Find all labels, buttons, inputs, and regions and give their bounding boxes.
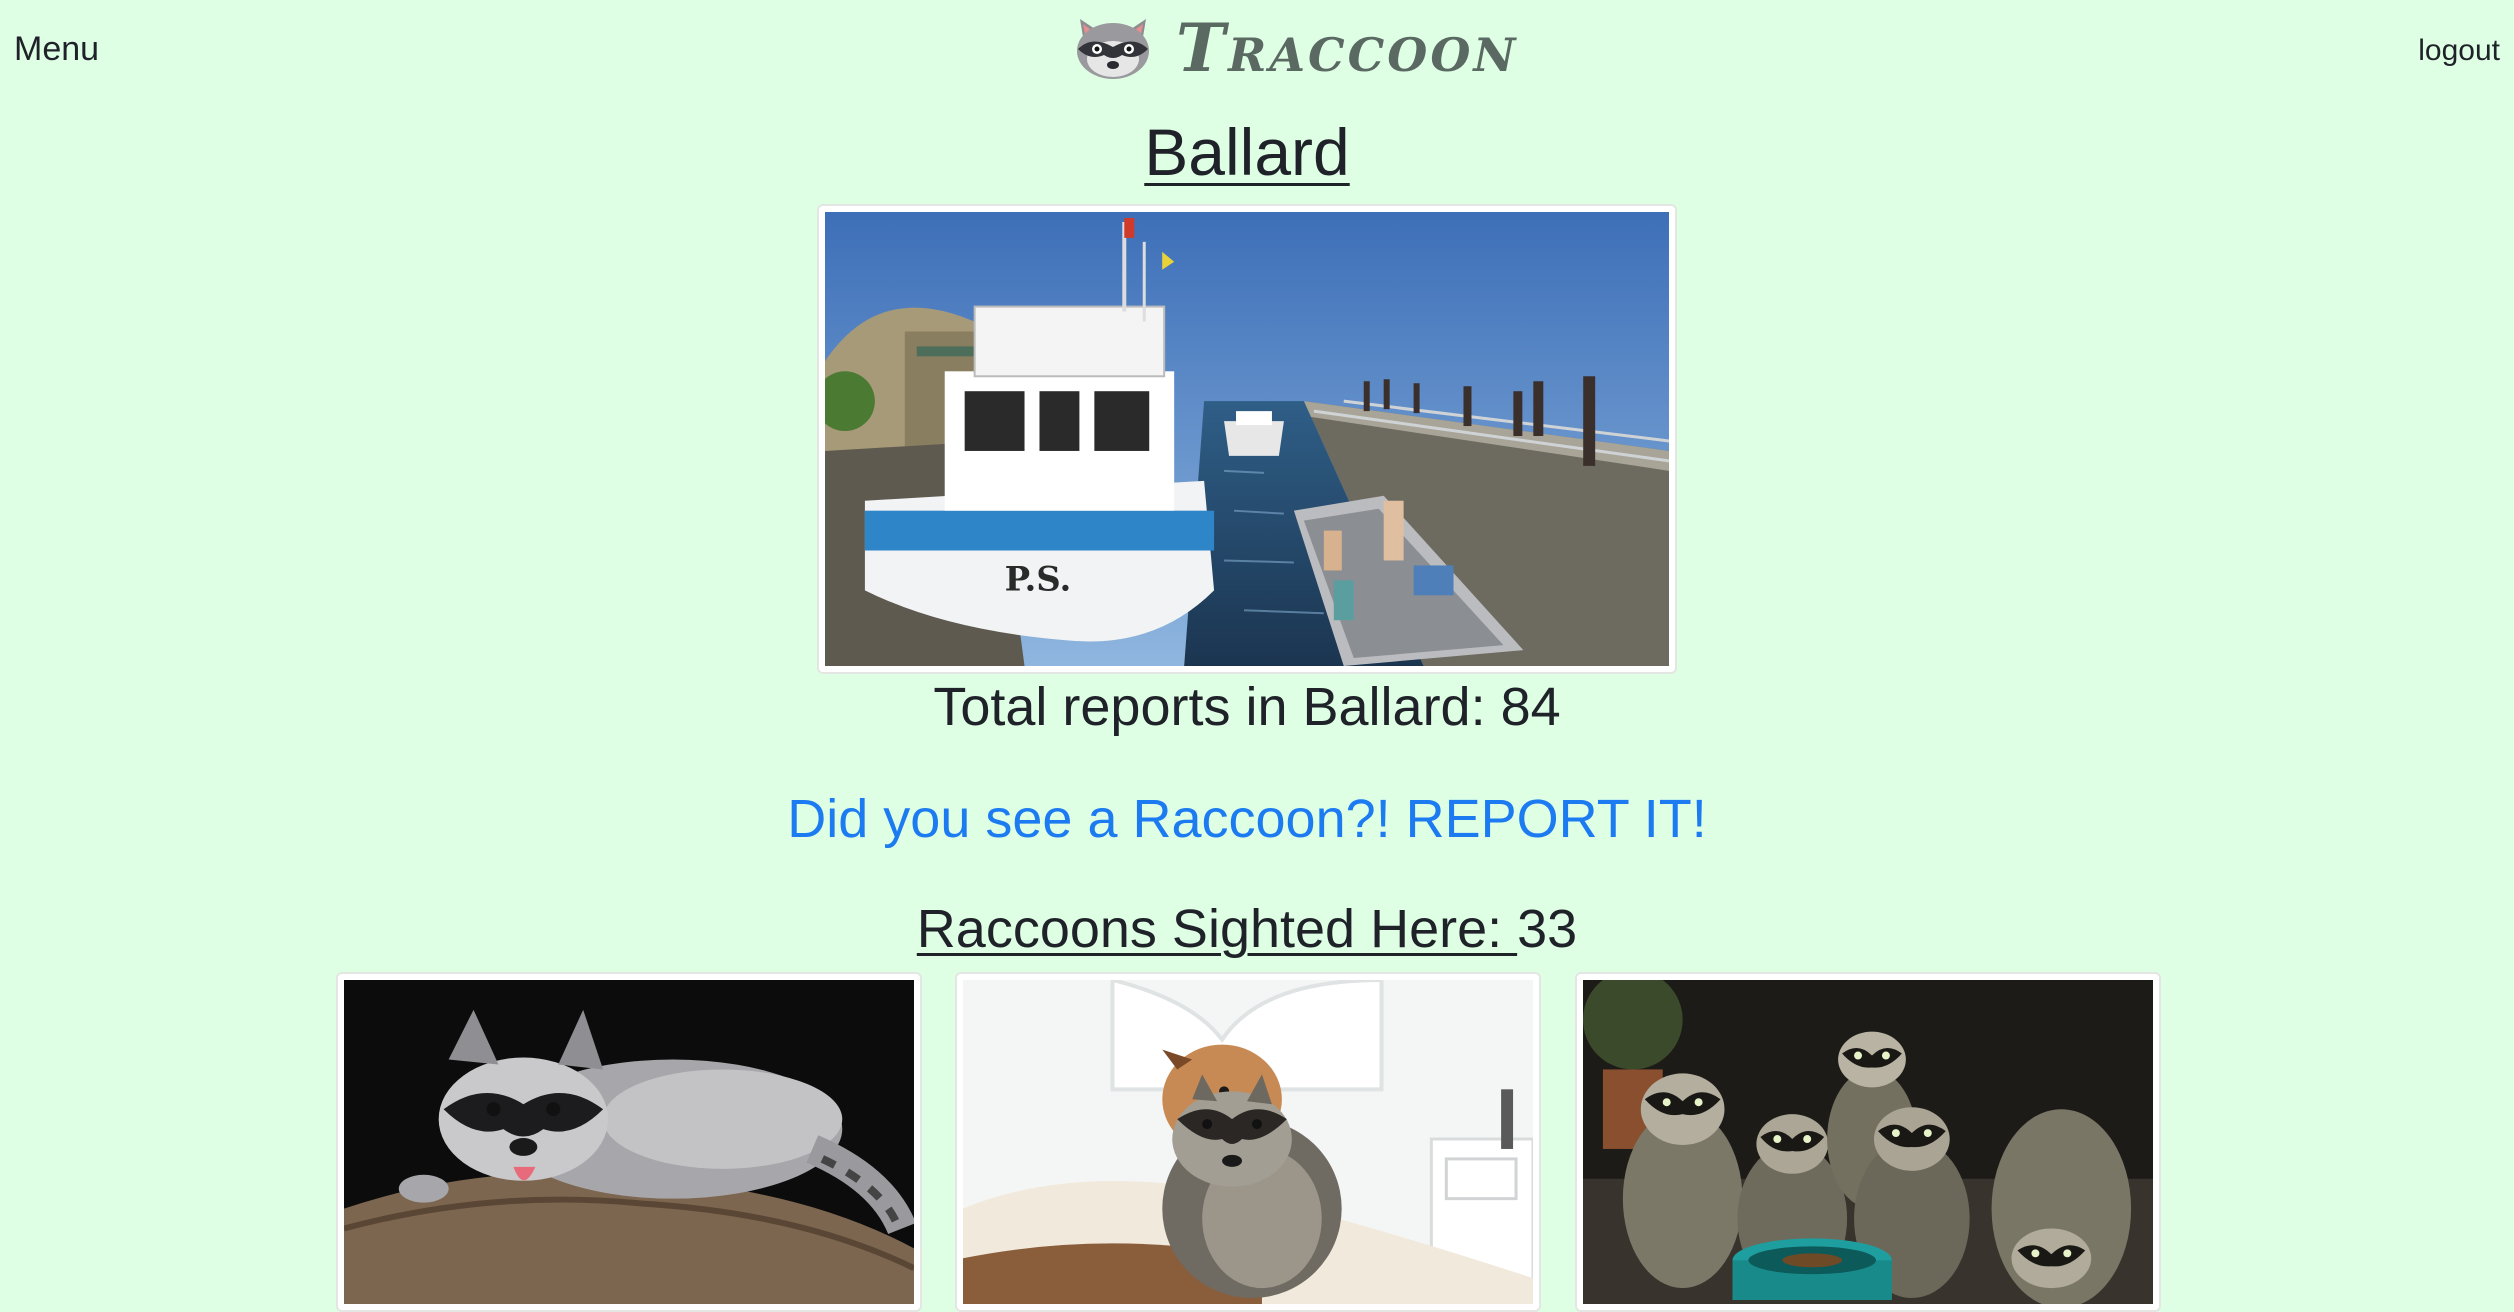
sighting-photo-card[interactable] <box>1575 972 2161 1312</box>
sightings-label: Raccoons Sighted Here: <box>916 899 1518 959</box>
location-hero-image: P.S. <box>817 204 1677 674</box>
total-reports-text: Total reports in Ballard: 84 <box>933 677 1561 737</box>
brand-name: Traccoon <box>1176 9 1519 87</box>
report-raccoon-link[interactable]: Did you see a Raccoon?! REPORT IT! <box>0 784 2494 854</box>
brand-logo-link[interactable]: Traccoon <box>1070 8 1518 88</box>
menu-button[interactable]: Menu <box>14 30 99 69</box>
sightings-count: 33 <box>1517 899 1578 959</box>
sighting-photo-card[interactable] <box>955 972 1541 1312</box>
sightings-heading: Raccoons Sighted Here: 33 <box>0 894 2494 964</box>
sighting-photo-card[interactable] <box>336 972 922 1312</box>
location-title: Ballard <box>1144 115 1350 189</box>
raccoon-on-log-photo <box>344 980 914 1304</box>
raccoon-with-dog-photo <box>963 980 1533 1304</box>
svg-text:P.S.: P.S. <box>1005 558 1072 598</box>
logout-link[interactable]: logout <box>2418 34 2500 68</box>
top-navbar: Menu Traccoon logout <box>0 0 2514 100</box>
ballard-locks-photo: P.S. <box>825 212 1669 666</box>
raccoon-face-icon <box>1077 19 1149 79</box>
raccoon-family-photo <box>1583 980 2153 1304</box>
